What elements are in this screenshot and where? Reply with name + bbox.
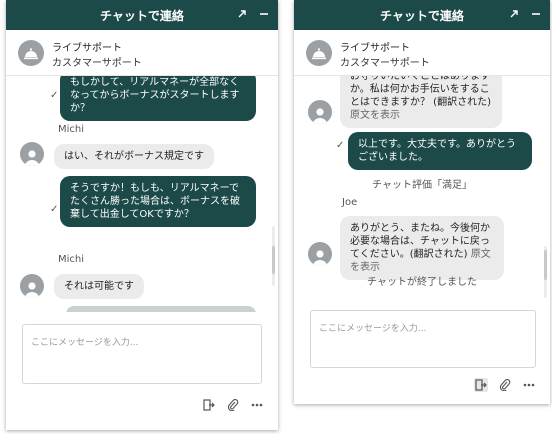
- message-outgoing: そうですか！もしも、リアルマネーでたくさん勝った場合は、ボーナスを破棄して出金し…: [60, 176, 256, 227]
- agent-bar: ライブサポート カスタマーサポート: [6, 30, 278, 76]
- show-original-link[interactable]: 原文を表示: [350, 110, 400, 121]
- user-avatar-icon: [20, 142, 44, 166]
- minimize-icon[interactable]: [258, 6, 270, 22]
- message-input-placeholder: ここにメッセージを入力...: [319, 324, 427, 334]
- message-list[interactable]: お守りいたいくことはありますか。私は何かお手伝いをすることはできますか？ (翻訳…: [294, 76, 550, 298]
- agent-name: ライブサポート: [52, 43, 122, 54]
- message-input-placeholder: ここにメッセージを入力...: [31, 338, 139, 348]
- message-incoming: お守りいたいくことはありますか。私は何かお手伝いをすることはできますか？ (翻訳…: [340, 76, 502, 128]
- expand-icon[interactable]: [508, 6, 520, 22]
- message-text: お守りいたいくことはありますか。私は何かお手伝いをすることはできますか？ (翻訳…: [350, 76, 491, 108]
- message-text: ありがとう、またね。今後何か必要な場合は、チャットに戻ってください。(翻訳された…: [350, 223, 490, 260]
- scrollbar-thumb[interactable]: [544, 250, 547, 280]
- user-avatar-icon: [308, 242, 332, 266]
- attach-icon[interactable]: [498, 378, 512, 392]
- agent-bar: ライブサポート カスタマーサポート: [294, 30, 550, 76]
- message-incoming: ありがとう、またね。今後何か必要な場合は、チャットに戻ってください。(翻訳された…: [340, 216, 504, 280]
- checkmark-icon: ✓: [50, 204, 59, 215]
- more-icon[interactable]: [522, 378, 536, 392]
- scrollbar[interactable]: [272, 226, 275, 286]
- chat-header: チャットで連絡: [294, 0, 550, 30]
- chat-header: チャットで連絡: [6, 0, 278, 30]
- agent-name: ライブサポート: [340, 43, 410, 54]
- end-chat-icon[interactable]: [474, 378, 488, 392]
- expand-icon[interactable]: [236, 6, 248, 22]
- agent-team: カスタマーサポート: [340, 58, 430, 69]
- concierge-bell-icon: [18, 40, 44, 66]
- message-outgoing: 以上です。大丈夫です。ありがとうございました。: [348, 132, 532, 170]
- chat-widget-left: チャットで連絡 ライブサポート カスタマーサポート ✓ もしかして、リアルマネー…: [6, 0, 278, 430]
- scrollbar-thumb[interactable]: [272, 246, 275, 274]
- message-outgoing: もしかして、リアルマネーが全部なくなってからボーナスがスタートしますか？: [60, 76, 256, 121]
- sender-name: Michi: [58, 254, 85, 265]
- message-incoming: それは可能です: [54, 274, 144, 299]
- message-incoming: [66, 306, 256, 312]
- concierge-bell-icon: [306, 40, 332, 66]
- checkmark-icon: ✓: [336, 140, 345, 151]
- system-message: チャットが終了しました: [367, 277, 477, 288]
- message-list[interactable]: ✓ もしかして、リアルマネーが全部なくなってからボーナスがスタートしますか？ M…: [6, 76, 278, 312]
- chat-widget-right: チャットで連絡 ライブサポート カスタマーサポート お守りいたいくことはあります…: [294, 0, 550, 404]
- sender-name: Joe: [342, 197, 358, 208]
- end-chat-icon[interactable]: [202, 398, 216, 412]
- user-avatar-icon: [308, 100, 332, 124]
- sender-name: Michi: [58, 124, 85, 135]
- chat-footer: [202, 398, 264, 412]
- message-input[interactable]: ここにメッセージを入力...: [310, 310, 536, 368]
- system-message: チャット評価「満足」: [372, 180, 472, 191]
- attach-icon[interactable]: [226, 398, 240, 412]
- checkmark-icon: ✓: [50, 90, 59, 101]
- agent-team: カスタマーサポート: [52, 58, 142, 69]
- message-input[interactable]: ここにメッセージを入力...: [22, 324, 262, 384]
- chat-footer: [474, 378, 536, 392]
- message-incoming: はい、それがボーナス規定です: [54, 144, 214, 169]
- more-icon[interactable]: [250, 398, 264, 412]
- scrollbar[interactable]: [544, 246, 547, 298]
- user-avatar-icon: [20, 274, 44, 298]
- minimize-icon[interactable]: [530, 6, 542, 22]
